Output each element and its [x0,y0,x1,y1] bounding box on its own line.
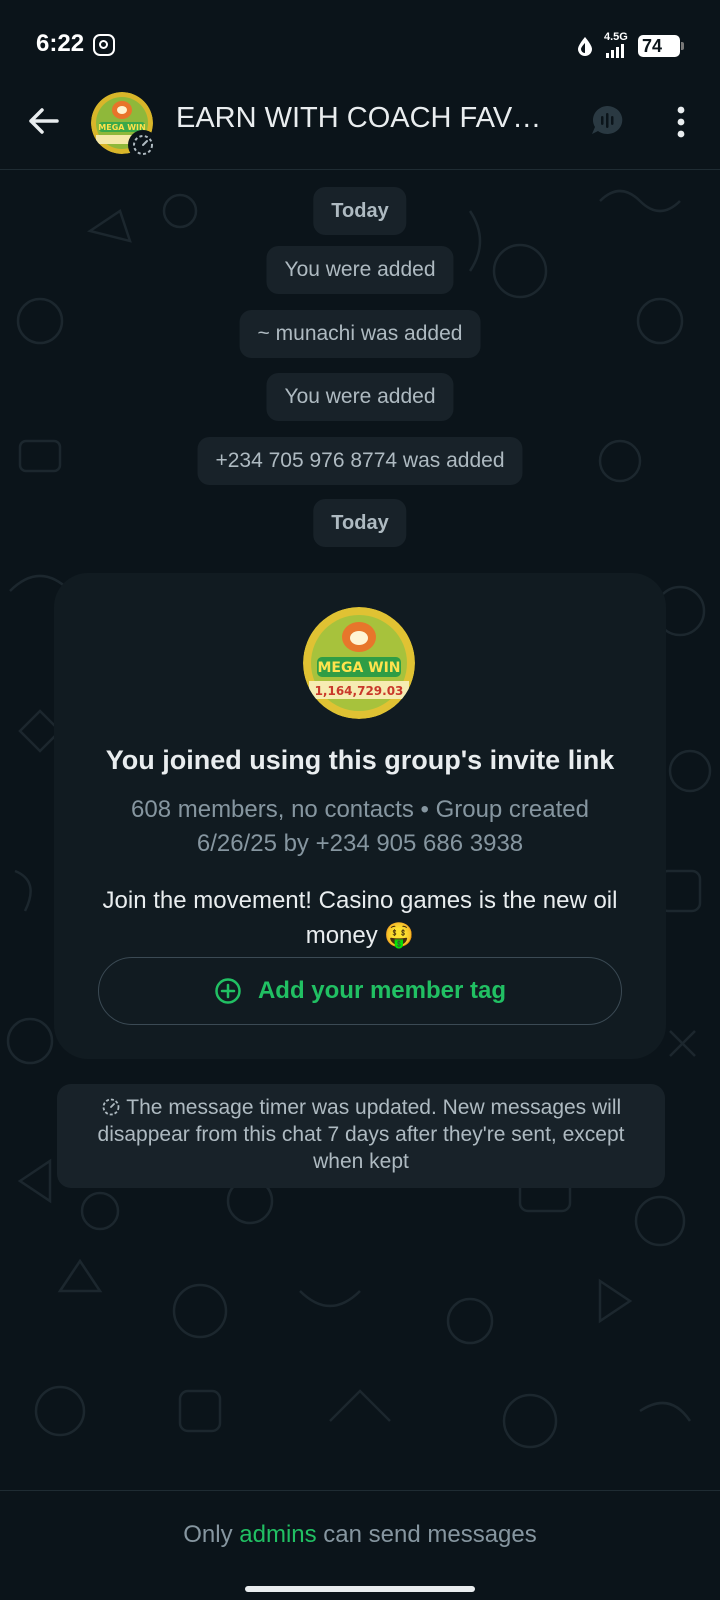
more-options-icon[interactable] [668,104,694,140]
group-description: Join the movement! Casino games is the n… [102,887,618,949]
add-member-tag-button[interactable]: Add your member tag [98,957,622,1025]
admin-only-footer: Only admins can send messages [0,1490,720,1600]
status-time: 6:22 [36,30,85,57]
disappearing-timer-badge-icon [128,130,158,160]
voice-chat-icon[interactable] [588,102,626,140]
timer-update-message: The message timer was updated. New messa… [57,1084,665,1188]
timer-message-text: The message timer was updated. New messa… [97,1096,625,1173]
group-info-card: MEGA WIN 1,164,729.03 You joined using t… [54,573,666,1059]
status-icons: 4.5G 74 [576,31,684,59]
avatar-amount-text: 1,164,729.03 [315,684,404,698]
date-divider: Today [313,187,407,235]
group-meta: 608 members, no contacts • Group created… [131,796,589,857]
instagram-notification-icon [93,34,115,56]
system-message: ~ munachi was added [239,310,481,358]
plus-circle-icon [215,978,241,1004]
data-saver-icon [578,37,592,56]
group-card-avatar[interactable]: MEGA WIN 1,164,729.03 [303,607,415,719]
add-member-tag-label: Add your member tag [257,977,507,1004]
admin-notice-prefix: Only [183,1521,233,1548]
signal-icon: 4.5G [602,31,630,58]
mega-win-logo-icon: MEGA WIN 1,164,729.03 [303,607,415,719]
admin-only-notice: Only admins can send messages [0,1521,720,1549]
battery-level: 74 [642,36,663,56]
timer-icon [102,1098,120,1116]
group-title[interactable]: EARN WITH COACH FAVE... [176,102,546,135]
chat-header: MEGA WIN EARN WITH COACH FAVE... [0,80,720,170]
admins-link[interactable]: admins [239,1521,316,1548]
battery-icon: 74 [638,35,684,57]
back-arrow-icon[interactable] [24,102,62,140]
system-message: You were added [266,246,454,294]
date-divider: Today [313,499,407,547]
system-message: You were added [266,373,454,421]
avatar-logo-text: MEGA WIN [317,660,400,676]
status-bar: 6:22 4.5G 74 [0,0,720,80]
home-indicator[interactable] [245,1586,475,1592]
admin-notice-suffix: can send messages [323,1521,537,1548]
join-title: You joined using this group's invite lin… [105,745,615,775]
chat-area[interactable]: Today You were added ~ munachi was added… [0,171,720,1489]
network-type-label: 4.5G [604,31,628,43]
system-message: +234 705 976 8774 was added [197,437,523,485]
